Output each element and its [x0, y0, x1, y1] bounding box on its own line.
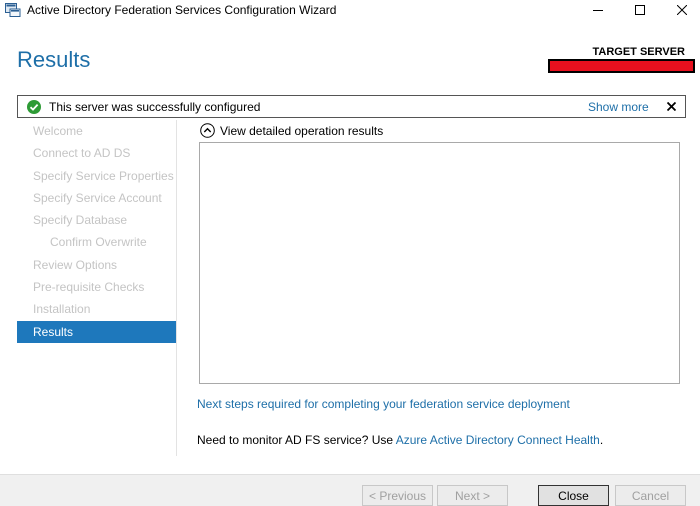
- minimize-button[interactable]: [580, 0, 616, 20]
- nav-item-specify-service-properties[interactable]: Specify Service Properties: [17, 165, 176, 187]
- cancel-button[interactable]: Cancel: [615, 485, 686, 506]
- target-server-label: TARGET SERVER: [592, 46, 686, 58]
- maximize-icon: [635, 5, 645, 15]
- close-icon: [677, 5, 687, 15]
- nav-item-connect-to-ad-ds[interactable]: Connect to AD DS: [17, 142, 176, 164]
- target-server-value: [548, 59, 695, 73]
- chevron-up-circle-icon: [200, 123, 215, 138]
- monitor-prefix: Need to monitor AD FS service? Use: [197, 433, 396, 447]
- wizard-footer: < Previous Next > Close Cancel: [0, 474, 700, 506]
- next-button[interactable]: Next >: [437, 485, 508, 506]
- show-more-link[interactable]: Show more: [588, 100, 649, 114]
- adfs-wizard-icon: [5, 3, 21, 17]
- monitor-service-text: Need to monitor AD FS service? Use Azure…: [197, 433, 603, 447]
- nav-item-welcome[interactable]: Welcome: [17, 120, 176, 142]
- close-button[interactable]: Close: [538, 485, 609, 506]
- window-title: Active Directory Federation Services Con…: [27, 3, 337, 17]
- window-close-button[interactable]: [664, 0, 700, 20]
- page-title: Results: [17, 47, 91, 72]
- operation-results-textbox[interactable]: [199, 142, 680, 384]
- wizard-step-nav: Welcome Connect to AD DS Specify Service…: [17, 120, 176, 343]
- previous-button[interactable]: < Previous: [362, 485, 433, 506]
- status-notification-bar: This server was successfully configured …: [17, 95, 686, 118]
- monitor-suffix: .: [599, 433, 604, 447]
- close-icon: [666, 101, 676, 111]
- minimize-icon: [593, 10, 603, 11]
- nav-item-specify-database[interactable]: Specify Database: [17, 209, 176, 231]
- nav-divider: [176, 120, 177, 456]
- azure-ad-connect-health-link[interactable]: Azure Active Directory Connect Health: [396, 433, 600, 447]
- dismiss-status-button[interactable]: [664, 99, 678, 113]
- nav-item-specify-service-account[interactable]: Specify Service Account: [17, 187, 176, 209]
- nav-item-confirm-overwrite[interactable]: Confirm Overwrite: [17, 231, 176, 253]
- nav-item-pre-requisite-checks[interactable]: Pre-requisite Checks: [17, 276, 176, 298]
- success-check-icon: [27, 100, 41, 114]
- title-bar: Active Directory Federation Services Con…: [0, 0, 700, 20]
- maximize-button[interactable]: [622, 0, 658, 20]
- nav-item-results[interactable]: Results: [17, 320, 176, 343]
- view-detailed-results-expander[interactable]: View detailed operation results: [200, 123, 383, 138]
- next-steps-link[interactable]: Next steps required for completing your …: [197, 397, 570, 411]
- nav-item-installation[interactable]: Installation: [17, 298, 176, 320]
- nav-item-review-options[interactable]: Review Options: [17, 254, 176, 276]
- status-message: This server was successfully configured: [49, 100, 261, 114]
- expander-label: View detailed operation results: [220, 123, 384, 138]
